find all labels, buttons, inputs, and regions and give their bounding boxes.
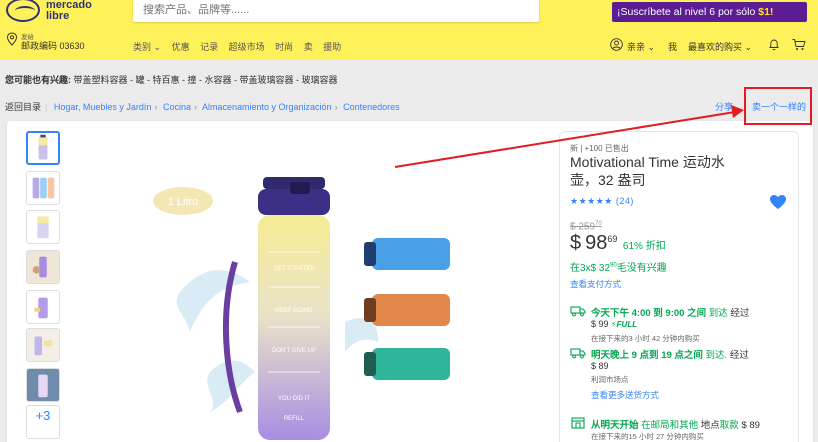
product-main-image[interactable]: 1 Litro GET STARTED KEEP GOING DON'T GIV… xyxy=(150,172,450,442)
nav-item-sell[interactable]: 卖 xyxy=(304,42,313,52)
original-price: $ 25970 xyxy=(570,221,602,233)
breadcrumb-item-kitchen[interactable]: Cocina xyxy=(163,102,191,112)
breadcrumb-item-storage[interactable]: Almacenamiento y Organización xyxy=(202,102,332,112)
main-nav: 类别 ⌄ 优惠 记录 超级市场 时尚 卖 援助 xyxy=(133,40,349,53)
shipping-note: 在接下来的15 小时 27 分钟内购买 xyxy=(591,432,704,441)
bottle-label: YOU DID IT xyxy=(278,396,310,402)
product-thumbnail[interactable] xyxy=(26,210,60,244)
truck-icon xyxy=(570,348,586,359)
shipping-note: 利润市场点 xyxy=(591,375,629,384)
notifications-bell-icon[interactable] xyxy=(768,38,780,51)
bottle-label: KEEP GOING xyxy=(275,308,313,314)
chevron-right-icon: › xyxy=(154,102,158,112)
bottle-label: REFILL xyxy=(284,416,305,422)
share-link[interactable]: 分享 xyxy=(715,100,733,113)
logo-handshake-icon xyxy=(6,0,40,22)
header: mercado libre ¡Suscríbete al nivel 6 por… xyxy=(0,0,818,60)
promo-price: $1! xyxy=(758,6,774,18)
full-badge: ⚡FULL xyxy=(611,320,638,329)
shipping-price: $ 99 ⚡FULL xyxy=(591,319,638,329)
nav-item-fashion[interactable]: 时尚 xyxy=(275,42,293,52)
product-thumbnail[interactable] xyxy=(26,328,60,362)
price-currency: $ xyxy=(570,232,582,254)
shipping-title: 明天晚上 9 点到 19 点之间 到达. 经过 xyxy=(591,350,749,361)
location-value: 邮政编码 03630 xyxy=(21,41,85,51)
breadcrumb-item-containers[interactable]: Contenedores xyxy=(343,102,400,112)
bottle-label: GET STARTED xyxy=(273,266,315,272)
product-thumbnail[interactable] xyxy=(26,250,60,284)
bottle-label: DON'T GIVE UP xyxy=(272,348,316,354)
annotation-highlight-box xyxy=(744,87,812,125)
logo-text-line2: libre xyxy=(46,10,70,22)
payment-methods-link[interactable]: 查看支付方式 xyxy=(570,278,621,290)
location-pin-icon xyxy=(6,32,18,46)
user-menu[interactable]: 亲亲 ⌄ xyxy=(627,40,655,53)
nav-item-help[interactable]: 援助 xyxy=(323,42,341,52)
product-thumbnail[interactable] xyxy=(26,171,60,205)
discount-badge: 61% 折扣 xyxy=(622,241,666,252)
breadcrumb-item-home[interactable]: Hogar, Muebles y Jardín xyxy=(54,102,152,112)
my-menu[interactable]: 我 xyxy=(668,40,677,53)
related-searches-label: 您可能也有兴趣: xyxy=(5,75,71,85)
breadcrumb: 返回目录 | Hogar, Muebles y Jardín › Cocina › A… xyxy=(5,102,400,112)
mercadolibre-logo[interactable]: mercado libre xyxy=(6,0,106,26)
truck-icon xyxy=(570,306,586,317)
store-pickup-icon xyxy=(571,417,585,429)
favorite-heart-icon[interactable] xyxy=(769,194,787,210)
rating-stars-icon: ★★★★★ xyxy=(570,196,613,206)
subscription-promo-banner[interactable]: ¡Suscríbete al nivel 6 por sólo $1! xyxy=(612,2,807,22)
more-thumbnails-button[interactable]: +3 xyxy=(26,405,60,439)
shipping-note: 在接下来的3 小时 42 分钟内购买 xyxy=(591,334,700,343)
product-thumbnail[interactable] xyxy=(26,290,60,324)
product-thumbnail[interactable] xyxy=(26,368,60,402)
rating[interactable]: ★★★★★ (24) xyxy=(570,196,634,207)
cart-icon[interactable] xyxy=(792,38,806,51)
promo-text: ¡Suscríbete al nivel 6 por sólo xyxy=(617,6,759,18)
search-bar xyxy=(133,0,659,22)
user-icon[interactable] xyxy=(610,38,623,51)
installments: 在3x$ 3290毛没有兴趣 xyxy=(570,262,667,274)
product-thumbnail[interactable] xyxy=(26,131,60,165)
rating-count: (24) xyxy=(615,196,634,206)
back-to-list-link[interactable]: 返回目录 xyxy=(5,102,41,112)
more-shipping-link[interactable]: 查看更多送货方式 xyxy=(591,389,659,401)
related-searches: 您可能也有兴趣: 带盖塑料容器 - 罐 - 特百惠 - 撞 - 水容器 - 带盖… xyxy=(5,73,338,86)
nav-item-history[interactable]: 记录 xyxy=(200,42,218,52)
current-price: $9869 61% 折扣 xyxy=(570,232,666,255)
price-cents: 69 xyxy=(607,234,618,244)
purchases-menu[interactable]: 最喜欢的购买 ⌄ xyxy=(688,40,752,53)
shipping-title: 从明天开始 在邮局和其他 地点取款 $ 89 xyxy=(591,420,760,431)
nav-item-categories[interactable]: 类别 ⌄ xyxy=(133,42,161,52)
price-integer: 98 xyxy=(585,232,608,254)
liter-badge: 1 Litro xyxy=(168,196,199,208)
nav-item-supermarket[interactable]: 超级市场 xyxy=(229,42,265,52)
search-input[interactable] xyxy=(143,4,503,16)
shipping-price: $ 89 xyxy=(591,361,609,371)
nav-item-offers[interactable]: 优惠 xyxy=(172,42,190,52)
product-title: Motivational Time 运动水壶，32 盎司 xyxy=(570,154,725,188)
shipping-title: 今天下午 4:00 到 9:00 之间 到达 经过 xyxy=(591,308,750,319)
chevron-right-icon: › xyxy=(193,102,197,112)
chevron-right-icon: › xyxy=(334,102,338,112)
related-searches-links[interactable]: 带盖塑料容器 - 罐 - 特百惠 - 撞 - 水容器 - 带盖玻璃容器 - 玻璃… xyxy=(74,75,338,85)
